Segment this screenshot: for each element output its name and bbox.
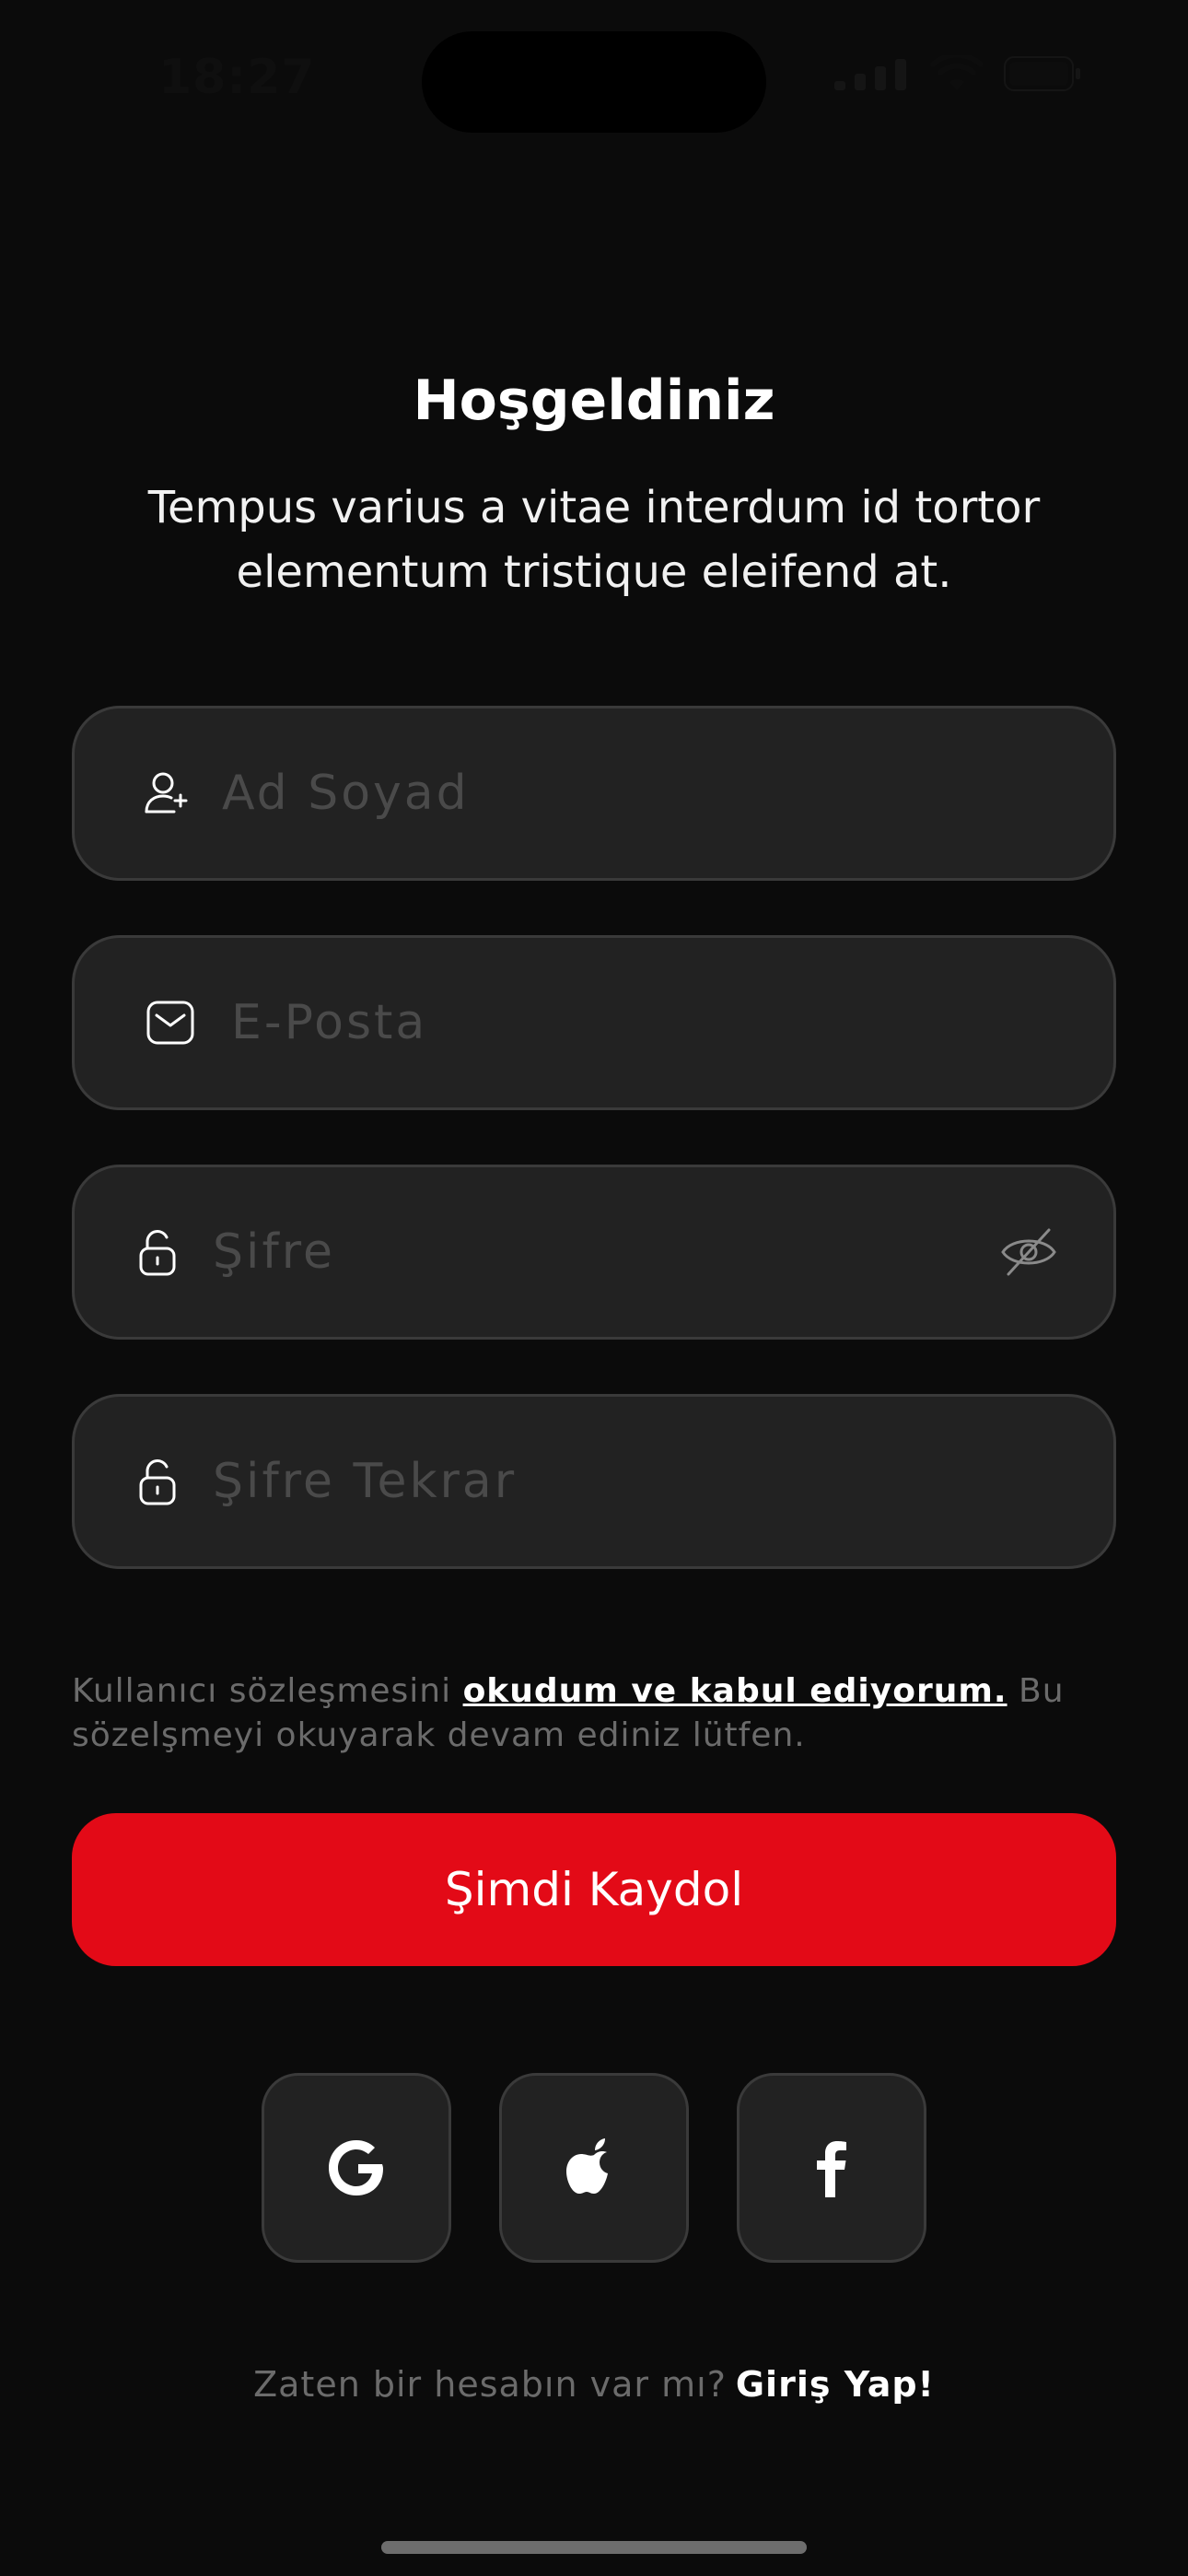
unlock-icon <box>130 1224 185 1280</box>
email-field[interactable] <box>72 935 1116 1110</box>
password-field[interactable] <box>72 1165 1116 1340</box>
name-input[interactable] <box>222 708 975 878</box>
signup-button[interactable]: Şimdi Kaydol <box>72 1813 1116 1966</box>
page-subtitle: Tempus varius a vitae interdum id tortor… <box>147 482 1041 598</box>
password-repeat-field[interactable] <box>72 1394 1116 1569</box>
facebook-icon <box>817 2141 846 2197</box>
user-add-icon <box>139 766 194 821</box>
agreement-prefix: Kullanıcı sözleşmesini <box>72 1672 463 1710</box>
password-input[interactable] <box>213 1167 975 1337</box>
google-login-button[interactable] <box>262 2073 451 2263</box>
apple-login-button[interactable] <box>499 2073 689 2263</box>
email-input[interactable] <box>231 938 975 1107</box>
password-repeat-input[interactable] <box>213 1397 975 1566</box>
unlock-icon <box>130 1454 185 1509</box>
facebook-login-button[interactable] <box>737 2073 926 2263</box>
wifi-icon <box>930 55 984 90</box>
agreement-text: Kullanıcı sözleşmesini okudum ve kabul e… <box>72 1669 1116 1758</box>
home-indicator <box>381 2541 807 2554</box>
battery-icon <box>1004 56 1080 91</box>
status-icons <box>833 55 1081 92</box>
apple-icon <box>566 2138 608 2194</box>
login-prompt: Zaten bir hesabın var mı? Giriş Yap! <box>0 2364 1188 2405</box>
eye-off-icon[interactable] <box>999 1223 1058 1282</box>
page-title: Hoşgeldiniz <box>413 369 775 433</box>
name-field[interactable] <box>72 706 1116 881</box>
status-time: 18:27 <box>158 50 316 105</box>
mail-icon <box>143 995 198 1050</box>
signup-screen: 18:27 Hoşgeldiniz Tempus varius a vitae … <box>0 0 1188 2576</box>
login-link[interactable]: Giriş Yap! <box>736 2364 935 2405</box>
cellular-signal-icon <box>834 59 906 90</box>
login-prompt-text: Zaten bir hesabın var mı? <box>253 2364 727 2405</box>
agreement-link[interactable]: okudum ve kabul ediyorum. <box>463 1672 1007 1710</box>
dynamic-island <box>422 31 766 133</box>
google-icon <box>329 2140 383 2195</box>
